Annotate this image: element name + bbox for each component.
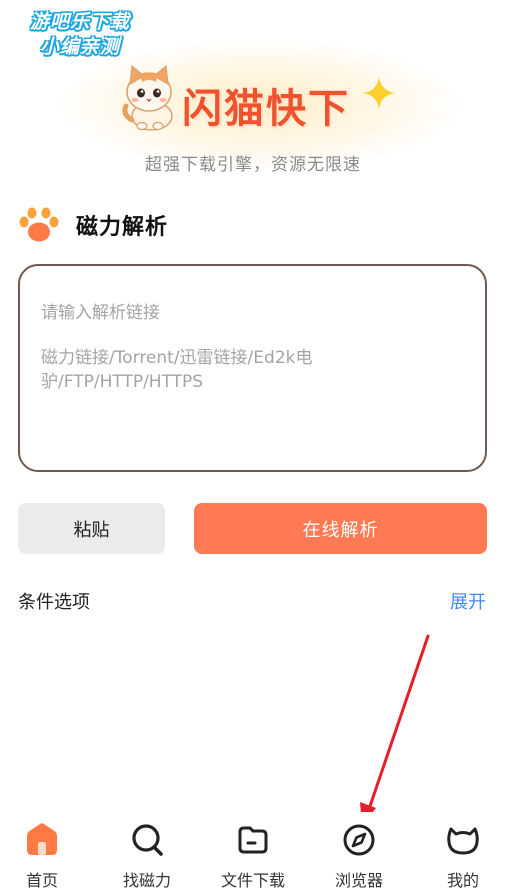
conditions-label: 条件选项 (18, 592, 90, 613)
paw-icon (19, 207, 59, 242)
folder-icon (238, 826, 268, 854)
tab-home[interactable]: 首页 (0, 812, 87, 896)
tab-file-download-label: 文件下载 (220, 871, 285, 890)
annotation-arrow (360, 634, 430, 826)
sparkle-icon (363, 77, 395, 109)
tab-mine-label: 我的 (446, 871, 479, 890)
home-icon (27, 823, 57, 855)
watermark: 游吧乐下载 小编亲测 (10, 10, 150, 60)
section-header: 磁力解析 (18, 205, 168, 245)
search-magnet-icon (132, 824, 163, 856)
cat-face-icon (447, 827, 479, 855)
section-title: 磁力解析 (76, 215, 169, 240)
watermark-line1: 游吧乐下载 (29, 11, 130, 33)
expand-link[interactable]: 展开 (450, 588, 486, 614)
link-input[interactable]: 请输入解析链接 磁力链接/Torrent/迅雷链接/Ed2k电驴/FTP/HTT… (18, 264, 487, 472)
paste-button[interactable]: 粘贴 (18, 503, 165, 554)
app-title: 闪猫快下 (182, 86, 350, 132)
tab-browser-label: 浏览器 (334, 871, 383, 890)
compass-icon (343, 824, 375, 856)
tab-mine[interactable]: 我的 (418, 812, 506, 896)
cat-mascot-icon (122, 64, 173, 131)
tab-browser[interactable]: 浏览器 (314, 812, 404, 896)
tab-find-magnet[interactable]: 找磁力 (102, 812, 192, 896)
tab-file-download[interactable]: 文件下载 (208, 812, 298, 896)
parse-online-button[interactable]: 在线解析 (194, 503, 487, 554)
slogan: 超强下载引擎，资源无限速 (145, 155, 361, 175)
tab-find-magnet-label: 找磁力 (122, 871, 171, 890)
input-placeholder-line1: 请输入解析链接 (41, 303, 160, 323)
input-placeholder-line2: 磁力链接/Torrent/迅雷链接/Ed2k电驴/FTP/HTTP/HTTPS (41, 348, 313, 392)
bottom-tab-bar: 首页 找磁力 文件下载 浏览器 我的 (0, 812, 506, 896)
tab-home-label: 首页 (25, 871, 58, 890)
